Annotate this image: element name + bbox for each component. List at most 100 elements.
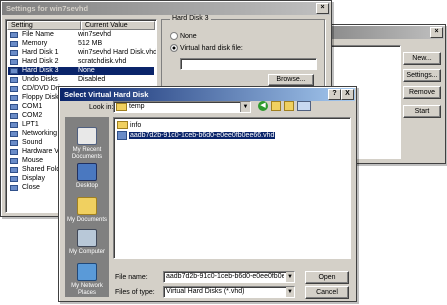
settings-row[interactable]: Hard Disk 3 None xyxy=(8,67,154,75)
hard-disk-group: Hard Disk 3 None Virtual hard disk file:… xyxy=(161,15,325,91)
chevron-down-icon[interactable]: ▼ xyxy=(240,102,250,112)
desktop-icon xyxy=(77,163,97,181)
chevron-down-icon[interactable]: ▼ xyxy=(286,287,294,297)
setting-icon xyxy=(10,104,18,110)
network-places-icon xyxy=(77,263,97,281)
setting-icon xyxy=(10,131,18,137)
hard-disk-group-label: Hard Disk 3 xyxy=(170,15,211,22)
filename-label: File name: xyxy=(115,274,148,281)
setting-icon xyxy=(10,140,18,146)
places-my-documents[interactable]: My Documents xyxy=(65,197,109,224)
help-button[interactable]: ? xyxy=(328,89,341,100)
setting-icon xyxy=(10,77,18,83)
setting-icon xyxy=(10,86,18,92)
places-my-computer[interactable]: My Computer xyxy=(65,229,109,256)
new-button[interactable]: New... xyxy=(403,52,441,65)
places-label: My Computer xyxy=(68,249,105,255)
close-button[interactable]: × xyxy=(430,27,443,38)
places-label: My Recent Documents xyxy=(71,147,103,160)
setting-icon xyxy=(10,122,18,128)
close-button[interactable]: X xyxy=(341,89,354,100)
views-menu-icon[interactable] xyxy=(297,101,311,111)
setting-name: COM2 xyxy=(22,112,43,119)
settings-row[interactable]: Undo Disks Disabled xyxy=(8,76,154,84)
setting-name: Undo Disks xyxy=(22,76,58,83)
setting-name: File Name xyxy=(22,31,54,38)
setting-icon xyxy=(10,113,18,119)
up-folder-icon[interactable] xyxy=(271,101,281,111)
setting-name: Floppy Disk xyxy=(22,94,59,101)
setting-name: Display xyxy=(22,175,45,182)
settings-row[interactable]: Memory 512 MB xyxy=(8,40,154,48)
lookin-value: temp xyxy=(129,103,145,110)
browse-button[interactable]: Browse... xyxy=(268,74,314,86)
open-button[interactable]: Open xyxy=(305,271,349,284)
settings-row[interactable]: Hard Disk 1 win7sevhd Hard Disk.vhd xyxy=(8,49,157,57)
vhd-path-input[interactable] xyxy=(180,58,317,70)
new-folder-icon[interactable] xyxy=(284,101,294,111)
file-item-folder[interactable]: info xyxy=(117,121,141,130)
setting-name: COM1 xyxy=(22,103,43,110)
setting-value: 512 MB xyxy=(78,40,103,47)
setting-icon xyxy=(10,95,18,101)
setting-icon xyxy=(10,176,18,182)
setting-icon xyxy=(10,50,18,56)
setting-icon xyxy=(10,149,18,155)
recent-documents-icon xyxy=(77,127,97,145)
settings-row[interactable]: Hard Disk 2 scratchdisk.vhd xyxy=(8,58,154,66)
my-computer-icon xyxy=(77,229,97,247)
setting-name: Hard Disk 1 xyxy=(22,49,59,56)
start-button[interactable]: Start xyxy=(403,105,441,118)
folder-icon xyxy=(116,103,127,111)
none-radio-label: None xyxy=(179,32,197,40)
lookin-select[interactable]: temp ▼ xyxy=(113,101,251,113)
close-button[interactable]: × xyxy=(316,3,329,14)
setting-name: LPT1 xyxy=(22,121,39,128)
file-list[interactable]: info aadb7d2b-91c0-1ceb-b6d0-e0ee0fb0ee6… xyxy=(113,117,351,259)
filename-input[interactable]: aadb7d2b-91c0-1ceb-b6d0-e0ee0fb0ee66.vhd… xyxy=(163,271,295,283)
places-recent-documents[interactable]: My Recent Documents xyxy=(65,127,109,161)
places-network[interactable]: My Network Places xyxy=(65,263,109,297)
vhd-file-radio[interactable]: Virtual hard disk file: xyxy=(170,44,243,52)
none-radio[interactable]: None xyxy=(170,32,197,40)
setting-name: Networking xyxy=(22,130,58,137)
setting-icon xyxy=(10,167,18,173)
places-label: Desktop xyxy=(75,183,98,189)
setting-value: Disabled xyxy=(78,76,106,83)
setting-icon xyxy=(10,185,18,191)
back-arrow-icon[interactable]: ◀ xyxy=(258,101,268,111)
setting-icon xyxy=(10,158,18,164)
settings-button[interactable]: Settings... xyxy=(403,69,441,82)
filetype-select[interactable]: Virtual Hard Disks (*.vhd) ▼ xyxy=(163,286,295,298)
filetype-value: Virtual Hard Disks (*.vhd) xyxy=(166,288,245,295)
file-item-vhd[interactable]: aadb7d2b-91c0-1ceb-b6d0-e0ee0fb0ee66.vhd xyxy=(117,131,276,140)
dialog-title: Select Virtual Hard Disk xyxy=(60,88,355,101)
setting-name: Sound xyxy=(22,139,43,146)
setting-icon xyxy=(10,68,18,74)
setting-name: Mouse xyxy=(22,157,44,164)
setting-value: scratchdisk.vhd xyxy=(78,58,127,65)
setting-value: win7sevhd Hard Disk.vhd xyxy=(78,49,157,56)
lookin-label: Look in: xyxy=(89,104,114,111)
my-documents-icon xyxy=(77,197,97,215)
vhd-file-icon xyxy=(117,131,127,140)
file-name: aadb7d2b-91c0-1ceb-b6d0-e0ee0fb0ee66.vhd xyxy=(128,132,276,140)
setting-icon xyxy=(10,41,18,47)
setting-value: win7sevhd xyxy=(78,31,112,38)
select-vhd-dialog: Select Virtual Hard Disk ? X Look in: te… xyxy=(58,86,357,302)
value-column-header[interactable]: Current Value xyxy=(81,21,155,30)
cancel-button[interactable]: Cancel xyxy=(305,286,349,299)
remove-button[interactable]: Remove xyxy=(403,86,441,99)
setting-icon xyxy=(10,32,18,38)
setting-value: None xyxy=(78,67,95,74)
places-desktop[interactable]: Desktop xyxy=(65,163,109,190)
setting-name: Hard Disk 3 xyxy=(22,67,59,74)
places-label: My Documents xyxy=(66,217,107,223)
setting-column-header[interactable]: Setting xyxy=(7,21,81,30)
chevron-down-icon[interactable]: ▼ xyxy=(286,272,294,282)
filetype-label: Files of type: xyxy=(115,289,155,296)
radio-icon xyxy=(170,32,178,40)
file-name: info xyxy=(129,121,142,129)
places-bar: My Recent Documents Desktop My Documents… xyxy=(65,117,109,297)
settings-row[interactable]: File Name win7sevhd xyxy=(8,31,154,39)
